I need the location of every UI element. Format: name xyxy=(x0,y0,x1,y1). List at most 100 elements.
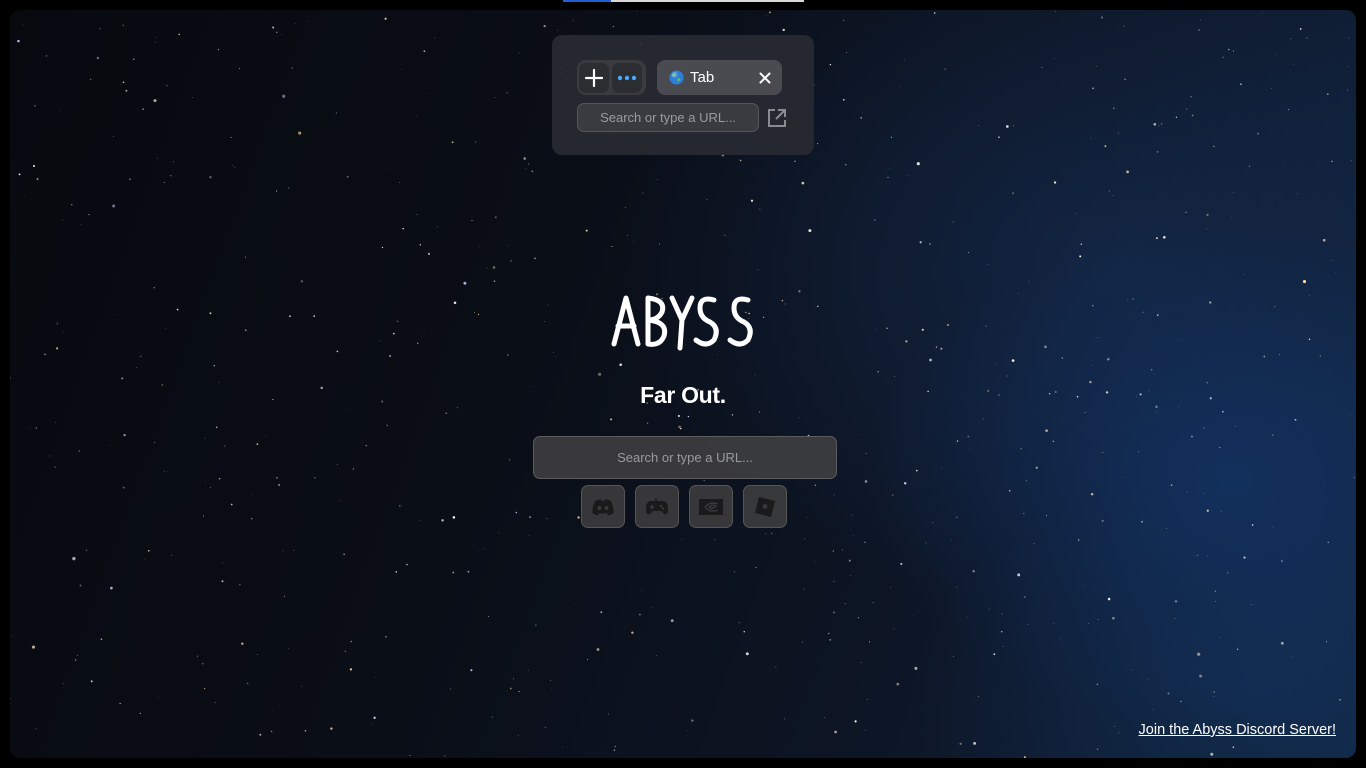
star xyxy=(1306,363,1308,365)
tab-item[interactable]: Tab xyxy=(657,60,782,95)
star xyxy=(395,571,398,573)
star xyxy=(346,175,349,178)
star xyxy=(993,653,996,656)
star xyxy=(1096,683,1099,686)
star xyxy=(518,691,520,693)
quick-link-nvidia[interactable] xyxy=(689,485,733,528)
star xyxy=(614,745,616,747)
star xyxy=(1272,434,1274,436)
star xyxy=(953,656,954,657)
star xyxy=(1191,114,1194,117)
star xyxy=(167,470,169,472)
quick-link-roblox[interactable] xyxy=(743,485,787,528)
star xyxy=(894,375,895,377)
star xyxy=(276,31,278,33)
star xyxy=(419,244,422,246)
star xyxy=(88,213,90,216)
star xyxy=(827,632,830,635)
star xyxy=(493,280,496,283)
star xyxy=(813,84,815,86)
discord-server-link[interactable]: Join the Abyss Discord Server! xyxy=(1139,722,1336,738)
star xyxy=(1213,145,1215,147)
star xyxy=(1220,511,1222,513)
star xyxy=(1162,235,1166,239)
star xyxy=(850,574,851,576)
main-search-input[interactable] xyxy=(533,436,837,479)
star xyxy=(834,730,837,734)
star xyxy=(1079,255,1082,258)
star xyxy=(670,619,674,623)
quick-link-discord[interactable] xyxy=(581,485,625,528)
star xyxy=(1013,125,1015,127)
star xyxy=(1348,37,1350,39)
star xyxy=(259,733,262,736)
star xyxy=(1234,426,1236,428)
star xyxy=(441,519,444,522)
star xyxy=(298,131,302,135)
star xyxy=(241,642,244,645)
star xyxy=(163,470,165,472)
star xyxy=(1090,137,1091,139)
star xyxy=(166,85,168,87)
star xyxy=(596,648,600,651)
star xyxy=(1233,192,1234,194)
star xyxy=(416,214,418,215)
star xyxy=(864,541,866,543)
star xyxy=(577,516,580,519)
star xyxy=(1020,448,1022,450)
star xyxy=(824,717,825,718)
star xyxy=(842,98,845,101)
star xyxy=(1113,107,1115,109)
star xyxy=(1306,37,1308,39)
star xyxy=(1288,109,1290,111)
star xyxy=(1140,273,1142,275)
star xyxy=(1207,555,1208,557)
star xyxy=(385,169,387,170)
star xyxy=(1126,170,1129,174)
star xyxy=(507,245,508,247)
star xyxy=(276,190,278,192)
star xyxy=(860,117,862,119)
star xyxy=(1102,452,1104,453)
new-tab-button[interactable] xyxy=(579,62,609,93)
star xyxy=(1227,572,1229,574)
star xyxy=(983,418,985,420)
panel-search-input[interactable] xyxy=(577,103,759,132)
star xyxy=(35,427,37,429)
star xyxy=(1008,490,1011,492)
star xyxy=(352,468,354,470)
star xyxy=(1112,195,1114,196)
open-external-button[interactable] xyxy=(765,106,789,130)
star xyxy=(1104,145,1107,147)
star xyxy=(1293,63,1295,65)
star xyxy=(218,477,221,480)
quick-link-games[interactable] xyxy=(635,485,679,528)
star xyxy=(90,680,93,683)
star xyxy=(139,712,141,714)
star xyxy=(487,616,489,617)
star xyxy=(750,199,754,202)
star xyxy=(1027,623,1029,625)
star xyxy=(80,223,82,225)
star xyxy=(119,702,121,705)
star xyxy=(941,467,942,469)
star xyxy=(1107,597,1111,601)
star xyxy=(425,93,427,95)
star xyxy=(335,112,337,114)
star xyxy=(1053,181,1057,184)
star xyxy=(1174,617,1176,619)
star xyxy=(1350,160,1352,162)
star xyxy=(492,266,496,269)
star xyxy=(155,37,157,38)
star xyxy=(967,435,970,438)
star xyxy=(527,670,529,671)
tab-close-button[interactable] xyxy=(758,71,772,85)
more-menu-button[interactable] xyxy=(612,62,642,93)
star xyxy=(1046,515,1048,516)
star xyxy=(76,654,78,656)
star xyxy=(738,622,740,623)
star xyxy=(349,668,353,671)
star xyxy=(373,716,376,719)
star xyxy=(759,208,761,210)
star xyxy=(1023,596,1026,598)
